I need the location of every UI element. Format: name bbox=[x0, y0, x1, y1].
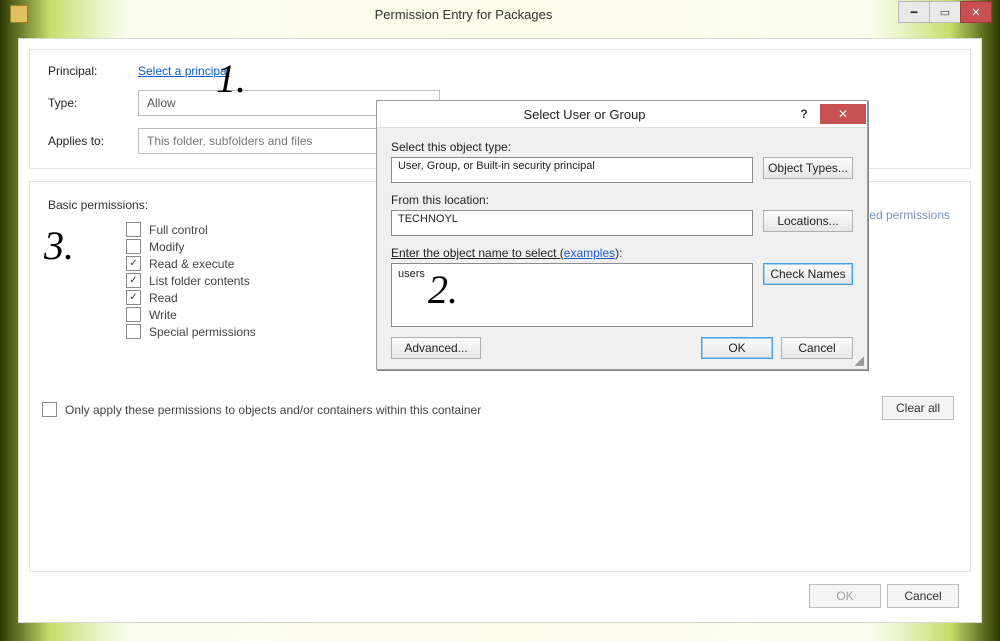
checkbox-icon[interactable]: ✓ bbox=[126, 256, 141, 271]
location-label: From this location: bbox=[391, 193, 853, 207]
minimize-button[interactable]: ━ bbox=[898, 1, 930, 23]
app-icon bbox=[10, 5, 28, 23]
dialog-titlebar[interactable]: Select User or Group ? ✕ bbox=[377, 101, 867, 128]
examples-link[interactable]: examples bbox=[564, 246, 615, 260]
dialog-cancel-button[interactable]: Cancel bbox=[781, 337, 853, 359]
dialog-title: Select User or Group bbox=[377, 107, 792, 122]
enter-object-name-label: Enter the object name to select (example… bbox=[391, 246, 853, 260]
principal-label: Principal: bbox=[48, 64, 138, 78]
checkbox-icon[interactable] bbox=[42, 402, 57, 417]
perm-label: Read bbox=[149, 291, 178, 305]
maximize-button[interactable]: ▭ bbox=[929, 1, 961, 23]
perm-label: Special permissions bbox=[149, 325, 256, 339]
locations-button[interactable]: Locations... bbox=[763, 210, 853, 232]
dialog-ok-button[interactable]: OK bbox=[701, 337, 773, 359]
window-title: Permission Entry for Packages bbox=[28, 7, 899, 22]
select-principal-link[interactable]: Select a principal bbox=[138, 64, 229, 78]
ok-button[interactable]: OK bbox=[809, 584, 881, 608]
perm-label: List folder contents bbox=[149, 274, 250, 288]
enter-label-pre: Enter the object name to select ( bbox=[391, 246, 564, 260]
applies-to-label: Applies to: bbox=[48, 134, 138, 148]
dialog-actions: OK Cancel bbox=[809, 584, 959, 608]
clear-all-button[interactable]: Clear all bbox=[882, 396, 954, 420]
select-user-group-dialog: Select User or Group ? ✕ Select this obj… bbox=[376, 100, 868, 370]
checkbox-icon[interactable] bbox=[126, 324, 141, 339]
perm-label: Write bbox=[149, 308, 177, 322]
type-value: Allow bbox=[147, 96, 176, 110]
applies-to-value: This folder, subfolders and files bbox=[147, 134, 312, 148]
checkbox-icon[interactable] bbox=[126, 222, 141, 237]
checkbox-icon[interactable]: ✓ bbox=[126, 273, 141, 288]
object-type-field: User, Group, or Built-in security princi… bbox=[391, 157, 753, 183]
object-name-input[interactable]: users bbox=[391, 263, 753, 327]
perm-label: Modify bbox=[149, 240, 184, 254]
resize-grip-icon[interactable] bbox=[852, 354, 864, 366]
close-button[interactable]: ✕ bbox=[960, 1, 992, 23]
window-controls: ━ ▭ ✕ bbox=[899, 1, 1000, 21]
check-names-button[interactable]: Check Names bbox=[763, 263, 853, 285]
perm-label: Full control bbox=[149, 223, 208, 237]
location-field: TECHNOYL bbox=[391, 210, 753, 236]
enter-label-post: ): bbox=[615, 246, 622, 260]
type-label: Type: bbox=[48, 96, 138, 110]
object-type-label: Select this object type: bbox=[391, 140, 853, 154]
checkbox-icon[interactable] bbox=[126, 239, 141, 254]
checkbox-icon[interactable] bbox=[126, 307, 141, 322]
perm-label: Read & execute bbox=[149, 257, 234, 271]
checkbox-icon[interactable]: ✓ bbox=[126, 290, 141, 305]
titlebar: Permission Entry for Packages ━ ▭ ✕ bbox=[0, 0, 1000, 28]
only-apply-row[interactable]: Only apply these permissions to objects … bbox=[42, 402, 481, 417]
cancel-button[interactable]: Cancel bbox=[887, 584, 959, 608]
advanced-button[interactable]: Advanced... bbox=[391, 337, 481, 359]
object-types-button[interactable]: Object Types... bbox=[763, 157, 853, 179]
only-apply-label: Only apply these permissions to objects … bbox=[65, 403, 481, 417]
dialog-close-button[interactable]: ✕ bbox=[820, 104, 866, 124]
help-button[interactable]: ? bbox=[792, 107, 816, 121]
